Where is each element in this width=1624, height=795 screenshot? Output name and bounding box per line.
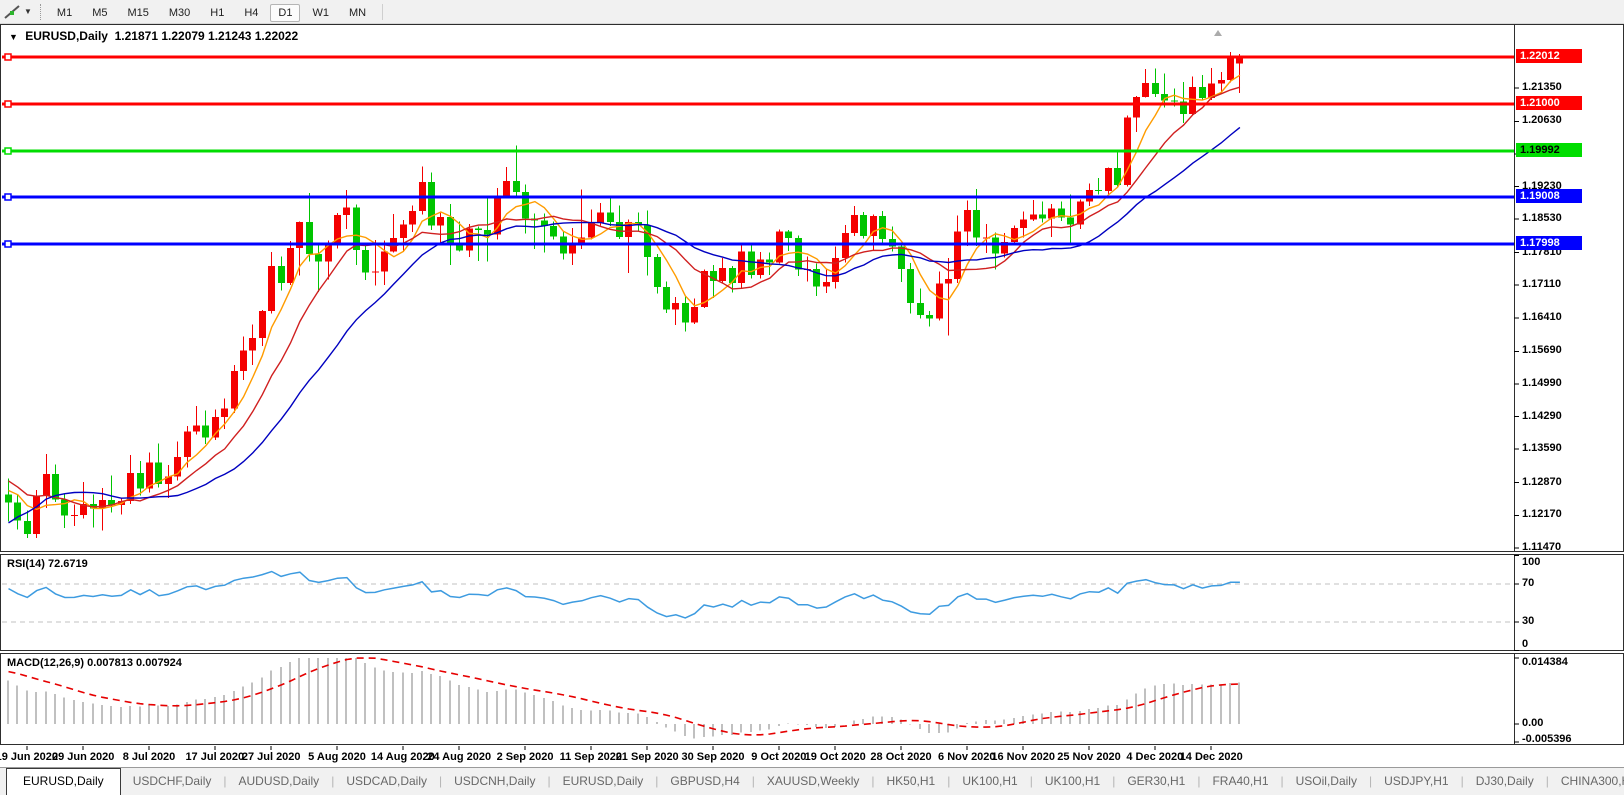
rsi-indicator-panel[interactable] (0, 554, 1624, 651)
rsi-axis-label: 30 (1522, 615, 1534, 627)
chart-tab-ger30-h1[interactable]: GER30,H1 (1115, 768, 1197, 795)
date-axis-label: 14 Aug 2020 (371, 751, 435, 763)
timeframe-button-m1[interactable]: M1 (49, 4, 80, 22)
macd-axis-label: -0.005396 (1522, 733, 1572, 745)
date-axis-label: 2 Sep 2020 (497, 751, 554, 763)
price-axis-label: 1.20630 (1522, 114, 1562, 126)
rsi-axis-label: 70 (1522, 577, 1534, 589)
chart-tab-fra40-h1[interactable]: FRA40,H1 (1200, 768, 1280, 795)
timeframe-button-h1[interactable]: H1 (202, 4, 232, 22)
macd-axis-label: 0.00 (1522, 717, 1543, 729)
chart-tab-usdcnh-daily[interactable]: USDCNH,Daily (442, 768, 547, 795)
macd-indicator-panel[interactable] (0, 653, 1624, 745)
price-axis-label: 1.12870 (1522, 476, 1562, 488)
rsi-value: 72.6719 (48, 558, 88, 570)
price-level-badge: 1.19992 (1516, 143, 1582, 157)
chart-tab-usoil-daily[interactable]: USOil,Daily (1284, 768, 1369, 795)
date-axis-label: 14 Dec 2020 (1180, 751, 1243, 763)
macd-name: MACD(12,26,9) (7, 657, 84, 669)
price-level-badge: 1.17998 (1516, 236, 1582, 250)
price-chart-panel[interactable] (0, 24, 1624, 552)
timeframe-button-m15[interactable]: M15 (119, 4, 156, 22)
date-axis-label: 19 Jun 2020 (0, 751, 58, 763)
price-axis-label: 1.12170 (1522, 508, 1562, 520)
toolbar-separator (382, 4, 383, 20)
rsi-axis-label: 100 (1522, 556, 1540, 568)
chart-ohlc-values: 1.21871 1.22079 1.21243 1.22022 (115, 29, 299, 43)
timeframe-button-d1[interactable]: D1 (270, 4, 300, 22)
chart-title: ▼ EURUSD,Daily 1.21871 1.22079 1.21243 1… (9, 29, 298, 43)
chart-tab-usdchf-daily[interactable]: USDCHF,Daily (121, 768, 224, 795)
date-axis-label: 29 Jun 2020 (52, 751, 114, 763)
macd-label: MACD(12,26,9) 0.007813 0.007924 (7, 657, 182, 669)
timeframe-button-h4[interactable]: H4 (236, 4, 266, 22)
price-axis-label: 1.21350 (1522, 81, 1562, 93)
collapse-icon[interactable]: ▼ (9, 32, 18, 42)
timeframe-buttons: M1M5M15 M30H1H4D1W1MN (47, 3, 376, 21)
price-axis-label: 1.16410 (1522, 311, 1562, 323)
date-axis-label: 19 Oct 2020 (805, 751, 866, 763)
chart-tab-uk100-h1[interactable]: UK100,H1 (1033, 768, 1112, 795)
date-axis-label: 16 Nov 2020 (991, 751, 1055, 763)
date-axis-label: 30 Sep 2020 (682, 751, 745, 763)
chart-tab-hk50-h1[interactable]: HK50,H1 (874, 768, 947, 795)
chart-tab-eurusd-daily[interactable]: EURUSD,Daily (551, 768, 656, 795)
chart-tab-bar: EURUSD,DailyUSDCHF,Daily|AUDUSD,Daily|US… (0, 767, 1624, 795)
date-axis-label: 6 Nov 2020 (938, 751, 995, 763)
chart-tab-gbpusd-h4[interactable]: GBPUSD,H4 (658, 768, 751, 795)
date-axis-label: 21 Sep 2020 (616, 751, 679, 763)
price-level-badge: 1.19008 (1516, 189, 1582, 203)
chart-tab-xauusd-weekly[interactable]: XAUUSD,Weekly (755, 768, 871, 795)
date-axis-label: 4 Dec 2020 (1126, 751, 1183, 763)
rsi-name: RSI(14) (7, 558, 45, 570)
timeframe-button-m5[interactable]: M5 (84, 4, 115, 22)
chart-tab-dj30-daily[interactable]: DJ30,Daily (1464, 768, 1546, 795)
date-axis-label: 25 Nov 2020 (1057, 751, 1121, 763)
chart-tab-eurusd-daily[interactable]: EURUSD,Daily (6, 768, 121, 795)
tool-dropdown-caret-icon[interactable]: ▼ (23, 7, 36, 16)
chart-symbol-label: EURUSD,Daily (25, 29, 108, 43)
timeframe-button-m30[interactable]: M30 (161, 4, 198, 22)
timeframe-button-w1[interactable]: W1 (304, 4, 337, 22)
toolbar: ▼ M1M5M15 M30H1H4D1W1MN (0, 0, 1624, 24)
date-axis-label: 5 Aug 2020 (308, 751, 366, 763)
price-level-badge: 1.22012 (1516, 49, 1582, 63)
price-level-badge: 1.21000 (1516, 96, 1582, 110)
date-axis-label: 17 Jul 2020 (185, 751, 244, 763)
chart-tab-usdcad-daily[interactable]: USDCAD,Daily (334, 768, 439, 795)
date-axis-label: 9 Oct 2020 (751, 751, 806, 763)
chart-tab-uk100-h1[interactable]: UK100,H1 (950, 768, 1029, 795)
chart-tab-china300-h1[interactable]: CHINA300,H1 (1549, 768, 1624, 795)
rsi-axis-label: 0 (1522, 638, 1528, 650)
date-axis-label: 28 Oct 2020 (870, 751, 931, 763)
price-axis-label: 1.14290 (1522, 410, 1562, 422)
metatrader-window: ▼ M1M5M15 M30H1H4D1W1MN ▼ EURUSD,Daily 1.… (0, 0, 1624, 795)
date-axis-label: 11 Sep 2020 (560, 751, 622, 763)
chart-tab-usdjpy-h1[interactable]: USDJPY,H1 (1372, 768, 1460, 795)
macd-axis-label: 0.014384 (1522, 656, 1568, 668)
chart-tab-audusd-daily[interactable]: AUDUSD,Daily (227, 768, 332, 795)
date-axis-label: 27 Jul 2020 (242, 751, 301, 763)
draw-line-tool-icon[interactable] (3, 4, 23, 20)
date-axis-label: 8 Jul 2020 (123, 751, 176, 763)
price-axis-label: 1.15690 (1522, 344, 1562, 356)
toolbar-grip (40, 4, 41, 20)
price-axis-label: 1.17110 (1522, 278, 1561, 290)
date-axis-label: 24 Aug 2020 (427, 751, 491, 763)
price-axis-label: 1.11470 (1522, 541, 1561, 553)
price-axis-label: 1.14990 (1522, 377, 1562, 389)
macd-values: 0.007813 0.007924 (87, 657, 182, 669)
timeframe-button-mn[interactable]: MN (341, 4, 374, 22)
rsi-label: RSI(14) 72.6719 (7, 558, 88, 570)
price-axis-label: 1.13590 (1522, 442, 1562, 454)
price-axis-label: 1.18530 (1522, 212, 1562, 224)
tabs-holder: EURUSD,DailyUSDCHF,Daily|AUDUSD,Daily|US… (0, 768, 1624, 795)
